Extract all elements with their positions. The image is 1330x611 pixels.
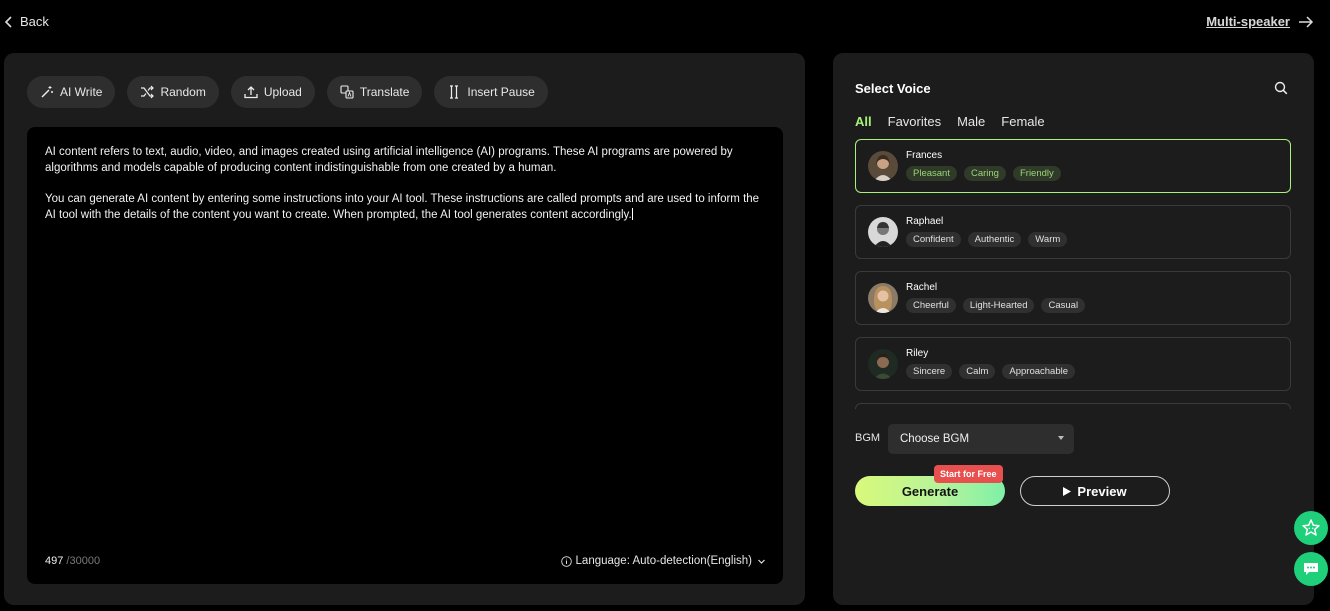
editor-toolbar: AI Write Random Upload Translate Insert …: [27, 76, 548, 108]
avatar: [868, 349, 898, 379]
char-max: /30000: [63, 555, 101, 567]
voice-card-partial[interactable]: [855, 403, 1291, 409]
avatar: [868, 151, 898, 181]
magic-wand-icon: [41, 86, 53, 98]
voice-card-riley[interactable]: Riley Sincere Calm Approachable: [855, 337, 1291, 391]
voice-card-frances[interactable]: Frances Pleasant Caring Friendly: [855, 139, 1291, 193]
generate-label: Generate: [901, 483, 959, 499]
voice-card-rachel[interactable]: Rachel Cheerful Light-Hearted Casual: [855, 271, 1291, 325]
voice-tag: Caring: [963, 166, 1006, 181]
avatar: [868, 217, 898, 247]
voice-tags: Cheerful Light-Hearted Casual: [906, 298, 1086, 313]
back-label: Back: [20, 14, 49, 29]
bgm-select[interactable]: Choose BGM: [888, 424, 1074, 454]
back-button[interactable]: Back: [4, 14, 49, 29]
preview-label: Preview: [1077, 483, 1127, 499]
random-label: Random: [160, 85, 206, 99]
voice-panel: Select Voice All Favorites Male Female F…: [833, 53, 1314, 605]
insert-pause-button[interactable]: Insert Pause: [434, 76, 548, 108]
chevron-down-icon: [758, 559, 765, 564]
multi-speaker-link[interactable]: Multi-speaker: [1206, 14, 1314, 29]
language-selector[interactable]: Language: Auto-detection(English): [560, 555, 767, 567]
insert-pause-label: Insert Pause: [467, 85, 535, 99]
upload-button[interactable]: Upload: [230, 76, 315, 108]
voice-tag: Sincere: [906, 364, 953, 379]
voice-list: Frances Pleasant Caring Friendly Raphael…: [855, 139, 1291, 409]
char-count: 497: [45, 555, 64, 567]
voice-tag: Pleasant: [906, 166, 957, 181]
paragraph-2: You can generate AI content by entering …: [45, 193, 760, 221]
voice-filter-tabs: All Favorites Male Female: [855, 114, 1045, 129]
script-text: AI content refers to text, audio, video,…: [45, 145, 767, 239]
text-cursor-icon: [450, 85, 459, 99]
avatar: [868, 283, 898, 313]
bgm-label: BGM: [855, 432, 881, 444]
paragraph-1: AI content refers to text, audio, video,…: [45, 146, 733, 174]
voice-tag: Warm: [1028, 232, 1068, 247]
voice-tag: Authentic: [967, 232, 1022, 247]
editor-panel: AI Write Random Upload Translate Insert …: [4, 53, 805, 605]
info-icon: [560, 555, 572, 567]
tab-favorites[interactable]: Favorites: [888, 114, 941, 129]
voice-tag: Friendly: [1012, 166, 1061, 181]
text-caret: [631, 207, 633, 220]
translate-button[interactable]: Translate: [326, 76, 423, 108]
translate-icon: [340, 85, 354, 99]
character-counter: 497 /30000: [45, 555, 100, 567]
favorite-fab[interactable]: [1294, 511, 1328, 545]
chevron-left-icon: [4, 15, 12, 28]
ai-write-button[interactable]: AI Write: [27, 76, 116, 108]
voice-tag: Confident: [906, 232, 961, 247]
voice-tags: Pleasant Caring Friendly: [906, 166, 1061, 181]
shuffle-icon: [141, 85, 155, 99]
caret-down-icon: [1058, 436, 1064, 440]
voice-card-raphael[interactable]: Raphael Confident Authentic Warm: [855, 205, 1291, 259]
bgm-value: Choose BGM: [900, 433, 970, 445]
upload-icon: [244, 86, 258, 99]
start-for-free-badge: Start for Free: [934, 465, 1003, 483]
voice-tag: Light-Hearted: [962, 298, 1035, 313]
star-icon: [1302, 519, 1320, 536]
arrow-right-icon: [1299, 15, 1314, 28]
play-icon: [1063, 486, 1072, 496]
chat-bubble-icon: [1304, 563, 1318, 575]
chat-fab[interactable]: [1294, 552, 1328, 586]
ai-write-label: AI Write: [60, 85, 103, 99]
voice-name: Rachel: [906, 282, 938, 293]
tab-all[interactable]: All: [855, 114, 872, 129]
tab-female[interactable]: Female: [1001, 114, 1044, 129]
language-label: Language: Auto-detection(English): [575, 555, 752, 567]
tab-male[interactable]: Male: [957, 114, 985, 129]
voice-tag: Casual: [1041, 298, 1086, 313]
preview-button[interactable]: Preview: [1020, 476, 1170, 506]
voice-tag: Cheerful: [906, 298, 956, 313]
voice-tags: Sincere Calm Approachable: [906, 364, 1076, 379]
voice-name: Riley: [906, 348, 929, 359]
search-icon[interactable]: [1274, 81, 1288, 95]
multi-speaker-label: Multi-speaker: [1206, 14, 1290, 29]
script-textarea[interactable]: AI content refers to text, audio, video,…: [27, 127, 783, 584]
voice-tag: Calm: [959, 364, 996, 379]
voice-name: Frances: [906, 150, 943, 161]
upload-label: Upload: [263, 85, 302, 99]
random-button[interactable]: Random: [127, 76, 219, 108]
translate-label: Translate: [359, 85, 410, 99]
voice-tag: Approachable: [1002, 364, 1076, 379]
voice-tags: Confident Authentic Warm: [906, 232, 1068, 247]
voice-name: Raphael: [906, 216, 944, 227]
select-voice-title: Select Voice: [855, 81, 931, 96]
